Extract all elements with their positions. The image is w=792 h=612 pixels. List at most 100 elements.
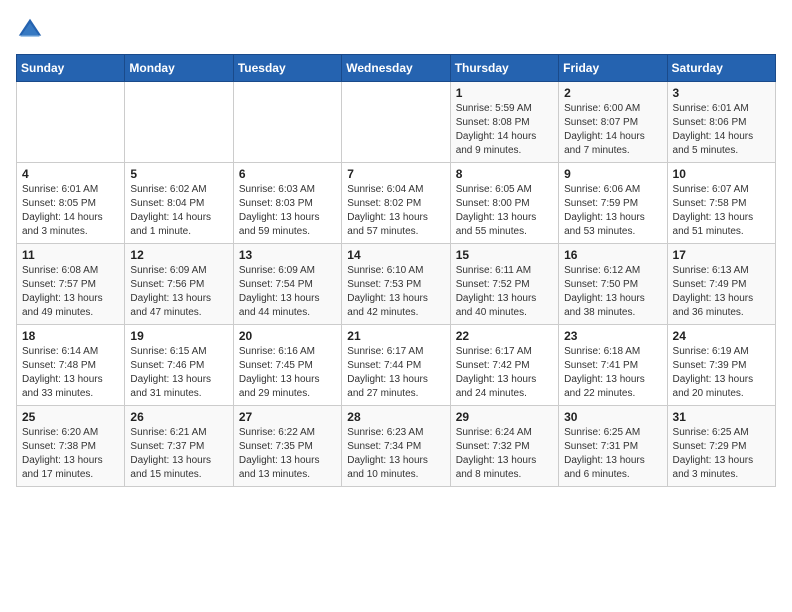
day-number: 9 <box>564 167 661 181</box>
day-info: Sunrise: 6:17 AM Sunset: 7:44 PM Dayligh… <box>347 345 444 401</box>
day-info: Sunrise: 6:25 AM Sunset: 7:29 PM Dayligh… <box>673 426 770 482</box>
calendar-week-row: 4 Sunrise: 6:01 AM Sunset: 8:05 PM Daylig… <box>17 163 776 244</box>
calendar-cell: 11 Sunrise: 6:08 AM Sunset: 7:57 PM Dayli… <box>17 244 125 325</box>
page-header <box>16 16 776 44</box>
calendar-cell <box>233 82 341 163</box>
day-number: 4 <box>22 167 119 181</box>
calendar-cell: 29 Sunrise: 6:24 AM Sunset: 7:32 PM Dayli… <box>450 406 558 487</box>
day-info: Sunrise: 6:06 AM Sunset: 7:59 PM Dayligh… <box>564 183 661 239</box>
day-info: Sunrise: 5:59 AM Sunset: 8:08 PM Dayligh… <box>456 102 553 158</box>
day-number: 10 <box>673 167 770 181</box>
day-header-saturday: Saturday <box>667 55 775 82</box>
calendar-cell: 27 Sunrise: 6:22 AM Sunset: 7:35 PM Dayli… <box>233 406 341 487</box>
calendar-cell: 9 Sunrise: 6:06 AM Sunset: 7:59 PM Daylig… <box>559 163 667 244</box>
day-number: 20 <box>239 329 336 343</box>
day-info: Sunrise: 6:11 AM Sunset: 7:52 PM Dayligh… <box>456 264 553 320</box>
day-info: Sunrise: 6:24 AM Sunset: 7:32 PM Dayligh… <box>456 426 553 482</box>
calendar-cell <box>17 82 125 163</box>
calendar-cell: 17 Sunrise: 6:13 AM Sunset: 7:49 PM Dayli… <box>667 244 775 325</box>
calendar-cell: 7 Sunrise: 6:04 AM Sunset: 8:02 PM Daylig… <box>342 163 450 244</box>
day-number: 30 <box>564 410 661 424</box>
calendar-cell: 25Sunrise: 6:20 AM Sunset: 7:38 PM Dayli… <box>17 406 125 487</box>
day-info: Sunrise: 6:18 AM Sunset: 7:41 PM Dayligh… <box>564 345 661 401</box>
day-header-wednesday: Wednesday <box>342 55 450 82</box>
day-number: 23 <box>564 329 661 343</box>
calendar-week-row: 18 Sunrise: 6:14 AM Sunset: 7:48 PM Dayli… <box>17 325 776 406</box>
calendar-cell: 3 Sunrise: 6:01 AM Sunset: 8:06 PM Daylig… <box>667 82 775 163</box>
day-number: 13 <box>239 248 336 262</box>
day-number: 26 <box>130 410 227 424</box>
day-number: 5 <box>130 167 227 181</box>
calendar-cell: 14Sunrise: 6:10 AM Sunset: 7:53 PM Dayli… <box>342 244 450 325</box>
day-info: Sunrise: 6:13 AM Sunset: 7:49 PM Dayligh… <box>673 264 770 320</box>
day-number: 11 <box>22 248 119 262</box>
day-number: 21 <box>347 329 444 343</box>
calendar-cell: 6Sunrise: 6:03 AM Sunset: 8:03 PM Daylig… <box>233 163 341 244</box>
calendar-cell: 28Sunrise: 6:23 AM Sunset: 7:34 PM Dayli… <box>342 406 450 487</box>
day-info: Sunrise: 6:12 AM Sunset: 7:50 PM Dayligh… <box>564 264 661 320</box>
day-info: Sunrise: 6:02 AM Sunset: 8:04 PM Dayligh… <box>130 183 227 239</box>
day-info: Sunrise: 6:09 AM Sunset: 7:56 PM Dayligh… <box>130 264 227 320</box>
day-number: 22 <box>456 329 553 343</box>
day-info: Sunrise: 6:17 AM Sunset: 7:42 PM Dayligh… <box>456 345 553 401</box>
calendar-cell: 26Sunrise: 6:21 AM Sunset: 7:37 PM Dayli… <box>125 406 233 487</box>
calendar-cell: 1 Sunrise: 5:59 AM Sunset: 8:08 PM Daylig… <box>450 82 558 163</box>
day-number: 18 <box>22 329 119 343</box>
calendar-cell: 13 Sunrise: 6:09 AM Sunset: 7:54 PM Dayli… <box>233 244 341 325</box>
calendar-cell: 31 Sunrise: 6:25 AM Sunset: 7:29 PM Dayli… <box>667 406 775 487</box>
day-number: 17 <box>673 248 770 262</box>
calendar-cell: 2Sunrise: 6:00 AM Sunset: 8:07 PM Daylig… <box>559 82 667 163</box>
calendar-cell: 16Sunrise: 6:12 AM Sunset: 7:50 PM Dayli… <box>559 244 667 325</box>
day-info: Sunrise: 6:09 AM Sunset: 7:54 PM Dayligh… <box>239 264 336 320</box>
calendar-cell <box>342 82 450 163</box>
calendar-cell: 8Sunrise: 6:05 AM Sunset: 8:00 PM Daylig… <box>450 163 558 244</box>
day-number: 19 <box>130 329 227 343</box>
calendar-week-row: 1 Sunrise: 5:59 AM Sunset: 8:08 PM Daylig… <box>17 82 776 163</box>
day-info: Sunrise: 6:22 AM Sunset: 7:35 PM Dayligh… <box>239 426 336 482</box>
day-info: Sunrise: 6:01 AM Sunset: 8:06 PM Dayligh… <box>673 102 770 158</box>
day-info: Sunrise: 6:07 AM Sunset: 7:58 PM Dayligh… <box>673 183 770 239</box>
logo-icon <box>16 16 44 44</box>
calendar-cell: 12 Sunrise: 6:09 AM Sunset: 7:56 PM Dayli… <box>125 244 233 325</box>
day-info: Sunrise: 6:10 AM Sunset: 7:53 PM Dayligh… <box>347 264 444 320</box>
day-number: 8 <box>456 167 553 181</box>
calendar-table: SundayMondayTuesdayWednesdayThursdayFrid… <box>16 54 776 487</box>
day-number: 1 <box>456 86 553 100</box>
calendar-cell: 24Sunrise: 6:19 AM Sunset: 7:39 PM Dayli… <box>667 325 775 406</box>
day-header-friday: Friday <box>559 55 667 82</box>
calendar-cell: 20 Sunrise: 6:16 AM Sunset: 7:45 PM Dayli… <box>233 325 341 406</box>
day-header-tuesday: Tuesday <box>233 55 341 82</box>
day-info: Sunrise: 6:19 AM Sunset: 7:39 PM Dayligh… <box>673 345 770 401</box>
day-info: Sunrise: 6:01 AM Sunset: 8:05 PM Dayligh… <box>22 183 119 239</box>
day-number: 12 <box>130 248 227 262</box>
calendar-cell: 4 Sunrise: 6:01 AM Sunset: 8:05 PM Daylig… <box>17 163 125 244</box>
day-number: 31 <box>673 410 770 424</box>
calendar-cell: 23 Sunrise: 6:18 AM Sunset: 7:41 PM Dayli… <box>559 325 667 406</box>
calendar-cell: 19 Sunrise: 6:15 AM Sunset: 7:46 PM Dayli… <box>125 325 233 406</box>
day-number: 27 <box>239 410 336 424</box>
day-info: Sunrise: 6:08 AM Sunset: 7:57 PM Dayligh… <box>22 264 119 320</box>
day-info: Sunrise: 6:03 AM Sunset: 8:03 PM Dayligh… <box>239 183 336 239</box>
day-info: Sunrise: 6:23 AM Sunset: 7:34 PM Dayligh… <box>347 426 444 482</box>
calendar-week-row: 25Sunrise: 6:20 AM Sunset: 7:38 PM Dayli… <box>17 406 776 487</box>
calendar-cell: 21 Sunrise: 6:17 AM Sunset: 7:44 PM Dayli… <box>342 325 450 406</box>
logo <box>16 16 48 44</box>
calendar-cell: 5 Sunrise: 6:02 AM Sunset: 8:04 PM Daylig… <box>125 163 233 244</box>
day-info: Sunrise: 6:16 AM Sunset: 7:45 PM Dayligh… <box>239 345 336 401</box>
calendar-week-row: 11 Sunrise: 6:08 AM Sunset: 7:57 PM Dayli… <box>17 244 776 325</box>
calendar-cell: 10 Sunrise: 6:07 AM Sunset: 7:58 PM Dayli… <box>667 163 775 244</box>
day-number: 7 <box>347 167 444 181</box>
day-number: 29 <box>456 410 553 424</box>
day-number: 3 <box>673 86 770 100</box>
day-info: Sunrise: 6:15 AM Sunset: 7:46 PM Dayligh… <box>130 345 227 401</box>
day-info: Sunrise: 6:04 AM Sunset: 8:02 PM Dayligh… <box>347 183 444 239</box>
day-info: Sunrise: 6:20 AM Sunset: 7:38 PM Dayligh… <box>22 426 119 482</box>
day-info: Sunrise: 6:14 AM Sunset: 7:48 PM Dayligh… <box>22 345 119 401</box>
day-number: 15 <box>456 248 553 262</box>
calendar-cell: 18 Sunrise: 6:14 AM Sunset: 7:48 PM Dayli… <box>17 325 125 406</box>
calendar-cell: 22 Sunrise: 6:17 AM Sunset: 7:42 PM Dayli… <box>450 325 558 406</box>
day-header-thursday: Thursday <box>450 55 558 82</box>
calendar-header-row: SundayMondayTuesdayWednesdayThursdayFrid… <box>17 55 776 82</box>
calendar-cell: 15 Sunrise: 6:11 AM Sunset: 7:52 PM Dayli… <box>450 244 558 325</box>
day-info: Sunrise: 6:25 AM Sunset: 7:31 PM Dayligh… <box>564 426 661 482</box>
